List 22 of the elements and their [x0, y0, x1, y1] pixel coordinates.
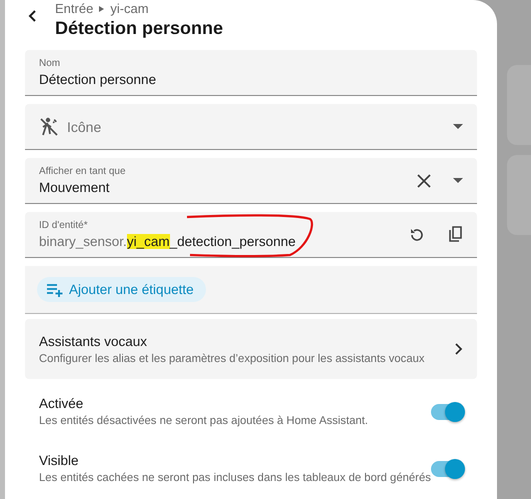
- toggle-switch[interactable]: [431, 404, 463, 420]
- add-list-icon: [47, 282, 63, 296]
- name-field[interactable]: Nom Détection personne: [25, 50, 477, 96]
- copy-icon[interactable]: [447, 226, 463, 243]
- setting-title: Visible: [39, 453, 80, 468]
- setting-title: Activée: [39, 396, 84, 411]
- breadcrumb-arrow-icon: [99, 6, 104, 12]
- reset-icon[interactable]: [409, 226, 425, 242]
- dialog-title: Détection personne: [55, 18, 224, 39]
- breadcrumb-item: yi-cam: [110, 1, 149, 16]
- breadcrumb-item: Entrée: [55, 1, 94, 16]
- dropdown-caret-icon[interactable]: [453, 124, 463, 129]
- chevron-right-icon: [455, 343, 463, 355]
- icon-field[interactable]: Icône: [25, 104, 477, 150]
- clear-icon[interactable]: [417, 174, 431, 188]
- toggle-switch[interactable]: [431, 460, 463, 476]
- dropdown-caret-icon[interactable]: [453, 178, 463, 183]
- setting-description: Les entités cachées ne seront pas incluses dans les tableaux de bord générés: [39, 472, 431, 484]
- walking-figure-icon: [39, 116, 59, 136]
- display-as-select[interactable]: Afficher en tant que Mouvement: [25, 158, 477, 204]
- voice-assistants-item[interactable]: Assistants vocaux Configurer les alias et les paramètres d’exposition pour les assistants vocaux: [25, 319, 477, 379]
- setting-description: Les entités désactivées ne seront pas ajoutées à Home Assistant.: [39, 415, 370, 427]
